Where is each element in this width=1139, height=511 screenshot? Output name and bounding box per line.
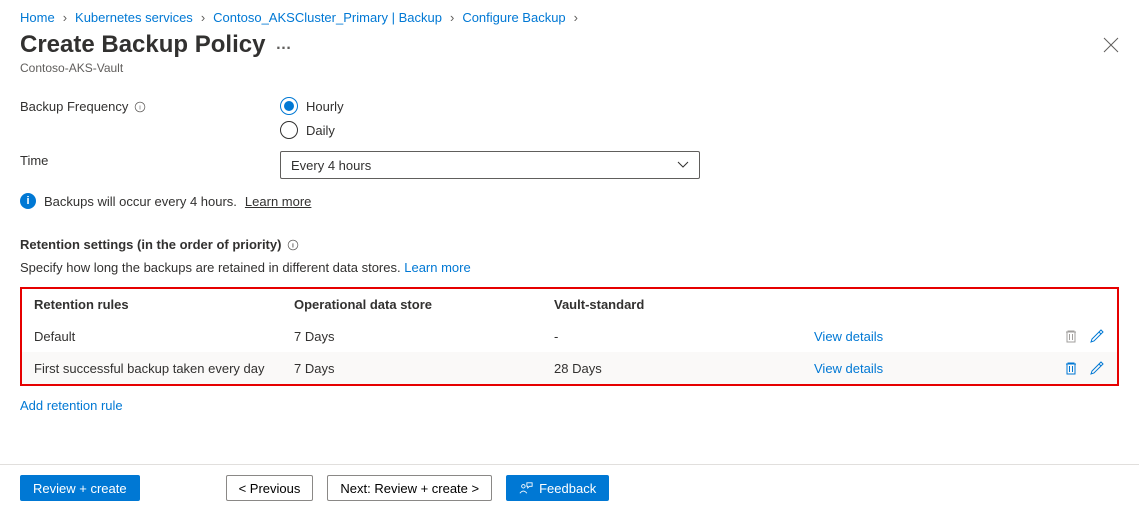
info-icon[interactable]: i <box>134 101 146 113</box>
rule-ods: 7 Days <box>294 329 554 344</box>
previous-button[interactable]: < Previous <box>226 475 314 501</box>
col-ods: Operational data store <box>294 297 554 312</box>
person-feedback-icon <box>519 481 533 495</box>
time-select[interactable]: Every 4 hours <box>280 151 700 179</box>
svg-text:i: i <box>140 104 142 111</box>
chevron-down-icon <box>677 159 689 171</box>
rule-vault: - <box>554 329 814 344</box>
breadcrumb-home[interactable]: Home <box>20 10 55 25</box>
chevron-right-icon: › <box>450 10 454 25</box>
backup-schedule-text: Backups will occur every 4 hours. <box>44 194 237 209</box>
breadcrumb: Home › Kubernetes services › Contoso_AKS… <box>0 0 1139 31</box>
rule-name: First successful backup taken every day <box>34 361 294 376</box>
col-vault: Vault-standard <box>554 297 814 312</box>
chevron-right-icon: › <box>574 10 578 25</box>
retention-section-title: Retention settings (in the order of prio… <box>0 225 1139 256</box>
radio-daily[interactable]: Daily <box>280 121 1119 139</box>
radio-daily-label: Daily <box>306 123 335 138</box>
radio-unselected-icon <box>280 121 298 139</box>
page-title-text: Create Backup Policy <box>20 31 265 59</box>
radio-selected-icon <box>280 97 298 115</box>
vault-name: Contoso-AKS-Vault <box>0 59 1139 91</box>
retention-section-desc: Specify how long the backups are retaine… <box>0 256 1139 287</box>
chevron-right-icon: › <box>201 10 205 25</box>
add-retention-rule-link[interactable]: Add retention rule <box>0 392 1139 419</box>
rule-vault: 28 Days <box>554 361 814 376</box>
retention-table-header: Retention rules Operational data store V… <box>22 289 1117 320</box>
breadcrumb-k8s[interactable]: Kubernetes services <box>75 10 193 25</box>
edit-icon[interactable] <box>1089 360 1105 376</box>
delete-icon[interactable] <box>1063 360 1079 376</box>
edit-icon[interactable] <box>1089 328 1105 344</box>
review-create-button[interactable]: Review + create <box>20 475 140 501</box>
radio-hourly[interactable]: Hourly <box>280 97 1119 115</box>
retention-table: Retention rules Operational data store V… <box>20 287 1119 386</box>
info-icon[interactable]: i <box>287 239 299 251</box>
time-select-value: Every 4 hours <box>291 158 371 173</box>
backup-schedule-info: i Backups will occur every 4 hours. Lear… <box>0 185 1139 225</box>
svg-text:i: i <box>293 242 295 249</box>
chevron-right-icon: › <box>63 10 67 25</box>
col-rules: Retention rules <box>34 297 294 312</box>
next-button[interactable]: Next: Review + create > <box>327 475 492 501</box>
info-icon: i <box>20 193 36 209</box>
time-label: Time <box>20 151 280 168</box>
learn-more-link[interactable]: Learn more <box>245 194 311 209</box>
footer-bar: Review + create < Previous Next: Review … <box>0 464 1139 511</box>
rule-ods: 7 Days <box>294 361 554 376</box>
backup-frequency-label: Backup Frequency i <box>20 97 280 114</box>
view-details-link[interactable]: View details <box>814 329 883 344</box>
rule-name: Default <box>34 329 294 344</box>
table-row: Default 7 Days - View details <box>22 320 1117 352</box>
retention-learn-more-link[interactable]: Learn more <box>404 260 470 275</box>
close-icon[interactable] <box>1103 37 1119 53</box>
view-details-link[interactable]: View details <box>814 361 883 376</box>
table-row: First successful backup taken every day … <box>22 352 1117 384</box>
breadcrumb-cluster[interactable]: Contoso_AKSCluster_Primary | Backup <box>213 10 442 25</box>
more-actions-icon[interactable]: … <box>275 36 291 54</box>
delete-icon <box>1063 328 1079 344</box>
radio-hourly-label: Hourly <box>306 99 344 114</box>
page-title: Create Backup Policy … <box>20 31 291 59</box>
backup-frequency-radios: Hourly Daily <box>280 97 1119 139</box>
feedback-button[interactable]: Feedback <box>506 475 609 501</box>
breadcrumb-configure[interactable]: Configure Backup <box>462 10 565 25</box>
